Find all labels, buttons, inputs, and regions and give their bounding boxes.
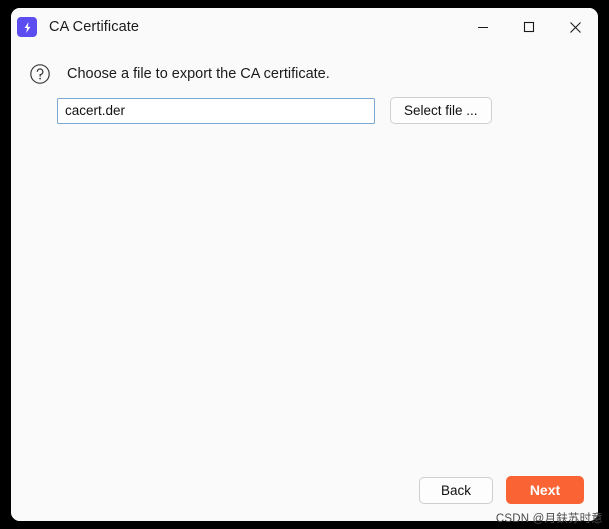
window-controls <box>460 8 598 46</box>
lightning-bolt-icon <box>17 17 37 37</box>
prompt-text: Choose a file to export the CA certifica… <box>67 66 330 82</box>
minimize-icon <box>477 21 489 33</box>
dialog-window: CA Certificate Choose a file to export t… <box>11 8 598 521</box>
close-icon <box>569 21 582 34</box>
select-file-button[interactable]: Select file ... <box>390 97 492 124</box>
back-button[interactable]: Back <box>419 476 493 504</box>
question-mark-circle-icon <box>29 63 51 85</box>
maximize-icon <box>523 21 535 33</box>
close-button[interactable] <box>552 8 598 46</box>
window-title: CA Certificate <box>49 19 140 35</box>
title-bar: CA Certificate <box>11 8 598 46</box>
dialog-footer: Back Next <box>419 476 584 504</box>
file-selection-row: Select file ... <box>57 97 492 124</box>
watermark: CSDN @月鈇苏时意 <box>495 513 603 525</box>
maximize-button[interactable] <box>506 8 552 46</box>
next-button[interactable]: Next <box>506 476 584 504</box>
file-path-input[interactable] <box>57 97 375 124</box>
minimize-button[interactable] <box>460 8 506 46</box>
prompt-row: Choose a file to export the CA certifica… <box>29 63 330 85</box>
dialog-content: Choose a file to export the CA certifica… <box>11 46 598 521</box>
